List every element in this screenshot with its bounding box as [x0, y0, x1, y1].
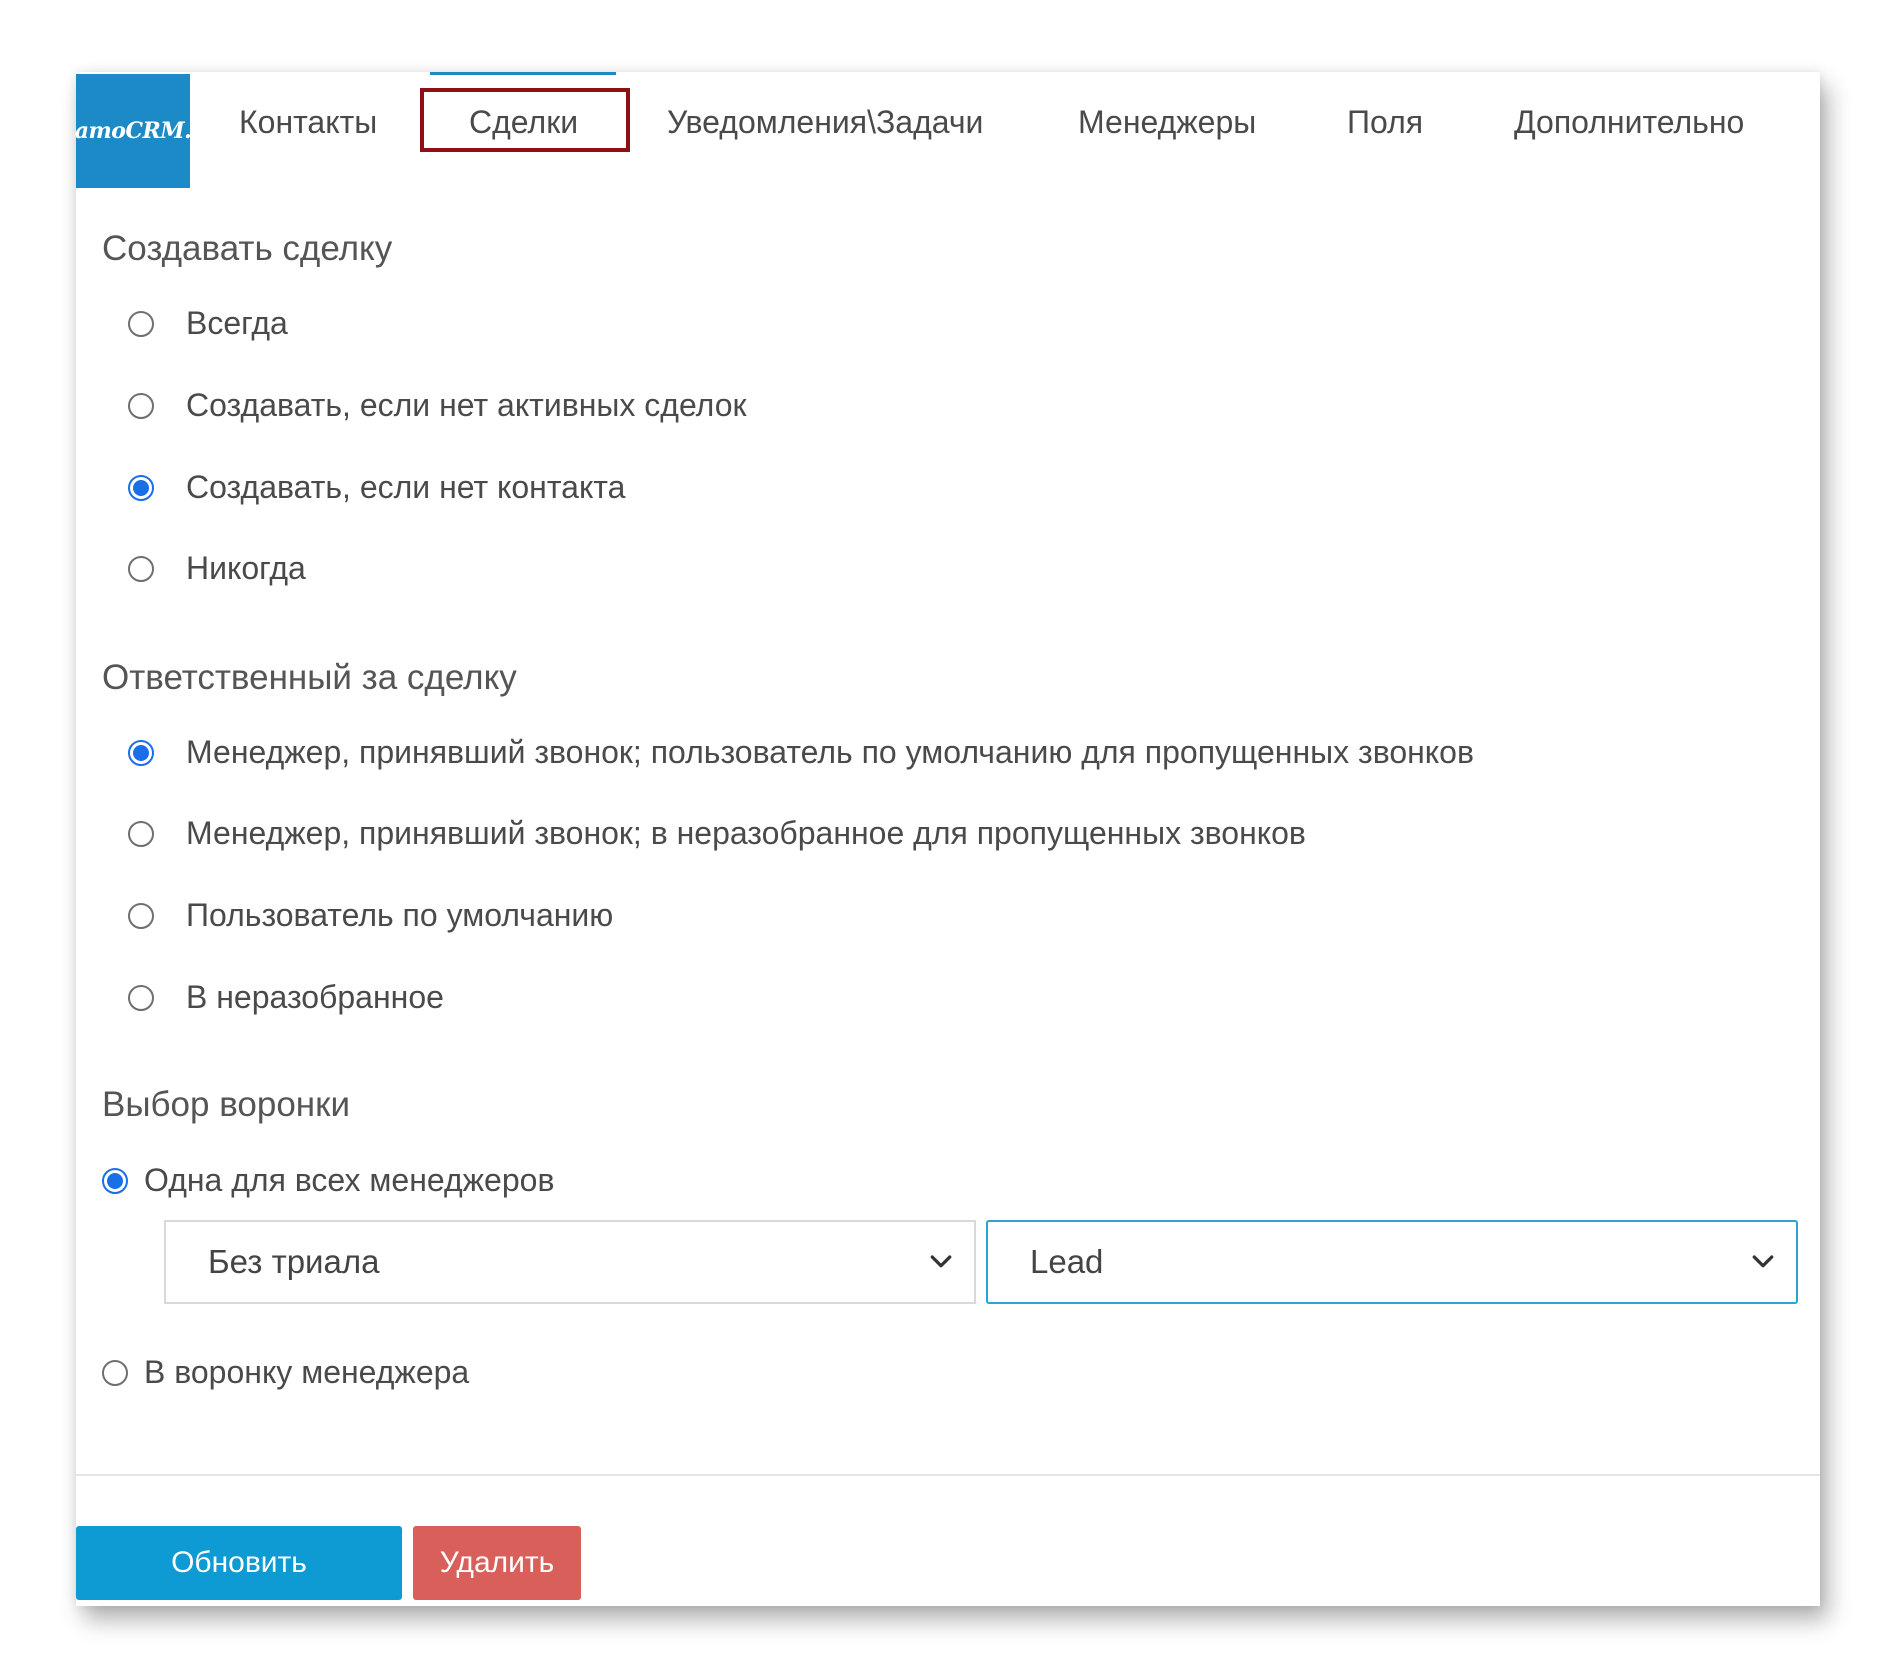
funnel-title: Выбор воронки — [102, 1085, 350, 1124]
stage-select[interactable]: Lead — [986, 1220, 1798, 1304]
responsible-option-manager-default-user[interactable]: Менеджер, принявший звонок; пользователь… — [128, 734, 1474, 771]
tab-contacts[interactable]: Контакты — [239, 104, 377, 141]
update-button[interactable]: Обновить — [76, 1526, 402, 1600]
option-label: Менеджер, принявший звонок; пользователь… — [186, 734, 1474, 770]
create-deal-option-no-active-deals[interactable]: Создавать, если нет активных сделок — [128, 387, 747, 424]
tab-fields[interactable]: Поля — [1347, 104, 1423, 141]
radio-button[interactable] — [102, 1359, 128, 1386]
chevron-down-icon — [930, 1255, 952, 1268]
option-label: Создавать, если нет контакта — [186, 469, 626, 505]
chevron-down-icon — [1752, 1255, 1774, 1268]
option-label: Одна для всех менеджеров — [144, 1162, 555, 1198]
funnel-option-manager-pipeline[interactable]: В воронку менеджера — [102, 1354, 469, 1391]
responsible-title: Ответственный за сделку — [102, 658, 517, 697]
radio-button[interactable] — [128, 902, 154, 929]
create-deal-title: Создавать сделку — [102, 229, 393, 268]
option-label: В воронку менеджера — [144, 1354, 470, 1390]
tab-additional[interactable]: Дополнительно — [1514, 104, 1744, 141]
radio-button[interactable] — [128, 820, 154, 847]
settings-panel: amoCRM. Контакты Сделки Уведомления\Зада… — [74, 72, 1820, 1606]
logo-text: amoCRM. — [74, 118, 192, 144]
delete-button[interactable]: Удалить — [413, 1526, 581, 1600]
create-deal-option-no-contact[interactable]: Создавать, если нет контакта — [128, 469, 625, 506]
amocrm-logo: amoCRM. — [74, 74, 192, 188]
pipeline-select-value: Без триала — [208, 1243, 380, 1280]
option-label: Пользователь по умолчанию — [186, 897, 614, 933]
option-label: Никогда — [186, 550, 306, 586]
option-label: Создавать, если нет активных сделок — [186, 387, 747, 423]
pipeline-select[interactable]: Без триала — [164, 1220, 976, 1304]
funnel-option-one-for-all[interactable]: Одна для всех менеджеров — [102, 1162, 554, 1199]
radio-button[interactable] — [128, 392, 154, 419]
radio-button[interactable] — [128, 984, 154, 1011]
option-label: Всегда — [186, 305, 288, 341]
option-label: В неразобранное — [186, 979, 444, 1015]
option-label: Менеджер, принявший звонок; в неразобран… — [186, 815, 1306, 851]
tab-managers[interactable]: Менеджеры — [1078, 104, 1256, 141]
responsible-option-unsorted[interactable]: В неразобранное — [128, 979, 444, 1016]
create-deal-option-never[interactable]: Никогда — [128, 550, 306, 587]
radio-button[interactable] — [128, 555, 154, 582]
tab-notifications-tasks[interactable]: Уведомления\Задачи — [667, 104, 983, 141]
footer-divider — [76, 1474, 1820, 1476]
radio-button-checked[interactable] — [128, 474, 154, 501]
radio-button-checked[interactable] — [128, 739, 154, 766]
tab-deals[interactable]: Сделки — [469, 104, 578, 141]
responsible-option-default-user[interactable]: Пользователь по умолчанию — [128, 897, 613, 934]
create-deal-option-always[interactable]: Всегда — [128, 305, 288, 342]
responsible-option-manager-unsorted[interactable]: Менеджер, принявший звонок; в неразобран… — [128, 815, 1306, 852]
radio-button-checked[interactable] — [102, 1167, 128, 1194]
stage-select-value: Lead — [1030, 1243, 1104, 1280]
radio-button[interactable] — [128, 310, 154, 337]
active-tab-indicator — [430, 72, 616, 75]
